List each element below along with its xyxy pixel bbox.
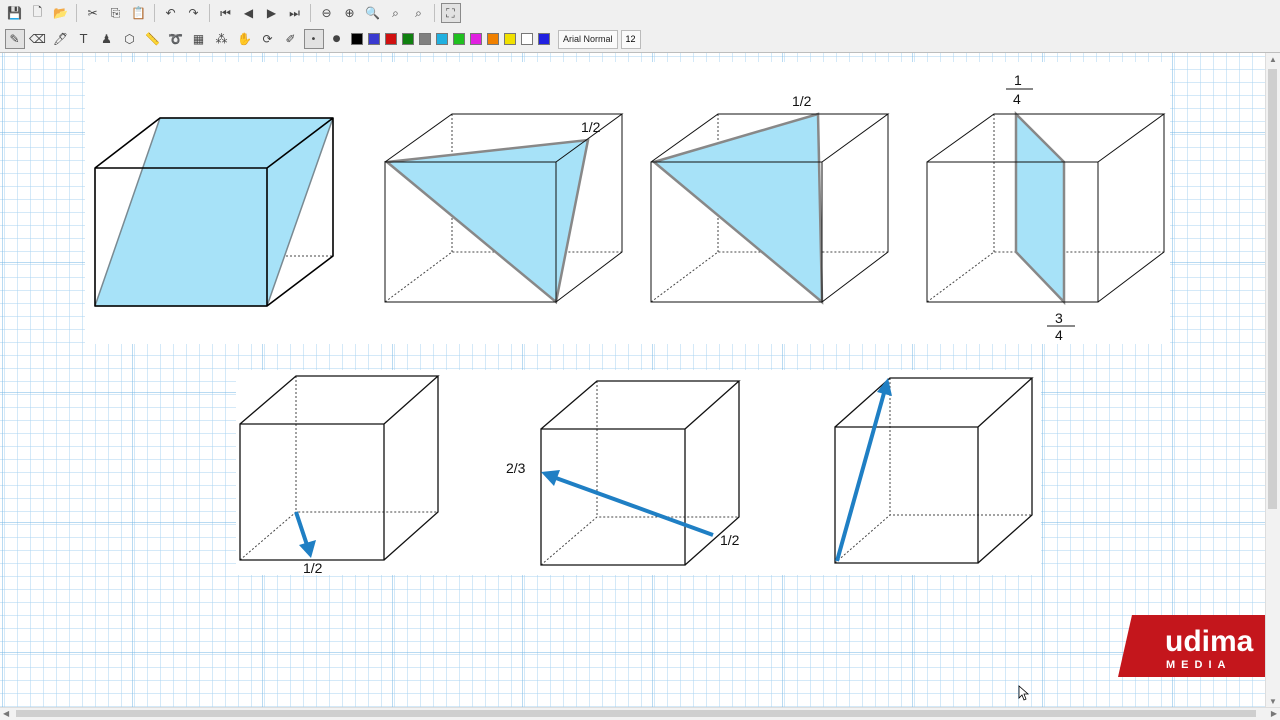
toolbar-separator <box>76 4 77 22</box>
toolbar-separator <box>310 4 311 22</box>
label-c4-num: 1 <box>1014 72 1022 88</box>
scroll-up-icon[interactable]: ▲ <box>1269 55 1277 64</box>
font-name-select[interactable]: Arial Normal <box>558 29 618 49</box>
first-page-icon[interactable]: ⏮ <box>216 3 236 23</box>
label-v2-half: 1/2 <box>720 532 740 548</box>
redo-icon[interactable]: ↷ <box>184 3 204 23</box>
color-swatch-11[interactable] <box>520 33 533 45</box>
vertical-scroll-thumb[interactable] <box>1268 69 1277 509</box>
cut-icon[interactable]: ✂ <box>83 3 103 23</box>
highlighter-icon[interactable]: 🖊 <box>51 29 71 49</box>
label-c4-den: 4 <box>1013 91 1021 107</box>
color-swatch-9[interactable] <box>486 33 499 45</box>
pen-size-medium-icon[interactable]: ● <box>327 29 347 49</box>
copy-icon[interactable]: ⎘ <box>106 3 126 23</box>
scroll-down-icon[interactable]: ▼ <box>1269 697 1277 706</box>
horizontal-scrollbar[interactable]: ◀ ▶ <box>0 707 1280 720</box>
toolbar-separator <box>209 4 210 22</box>
color-swatch-1[interactable] <box>350 33 363 45</box>
udima-media-logo: udima MEDIA <box>1118 615 1280 677</box>
color-swatch-5[interactable] <box>418 33 431 45</box>
next-page-icon[interactable]: ▶ <box>262 3 282 23</box>
shape-icon[interactable]: ⬡ <box>120 29 140 49</box>
zoom-out-icon[interactable]: ⊖ <box>317 3 337 23</box>
spray-icon[interactable]: ⁂ <box>212 29 232 49</box>
prev-page-icon[interactable]: ◀ <box>239 3 259 23</box>
ruler-icon[interactable]: 📏 <box>143 29 163 49</box>
open-icon[interactable]: 📂 <box>51 3 71 23</box>
label-c4-num2: 3 <box>1055 310 1063 326</box>
horizontal-scroll-thumb[interactable] <box>16 710 1256 717</box>
pen-icon[interactable]: ✎ <box>4 29 25 49</box>
main-toolbar: 💾 🗋 📂 ✂ ⎘ 📋 ↶ ↷ ⏮ ◀ ▶ ⏭ ⊖ ⊕ 🔍 ⌕ ⌕ ⛶ <box>0 0 1280 27</box>
new-icon[interactable]: 🗋 <box>28 3 48 23</box>
undo-icon[interactable]: ↶ <box>161 3 181 23</box>
zoom-reset-icon[interactable]: ⌕ <box>409 3 429 23</box>
refresh-icon[interactable]: ⟳ <box>258 29 278 49</box>
color-swatch-8[interactable] <box>469 33 482 45</box>
scroll-left-icon[interactable]: ◀ <box>3 709 9 718</box>
toolbar-separator <box>154 4 155 22</box>
eraser-icon[interactable]: ⌫ <box>28 29 48 49</box>
logo-sub: MEDIA <box>1166 659 1231 671</box>
pen-size-small-icon[interactable]: • <box>303 29 324 49</box>
lasso-icon[interactable]: ➰ <box>166 29 186 49</box>
logo-graphic: udima MEDIA <box>1118 615 1280 677</box>
color-swatch-10[interactable] <box>503 33 516 45</box>
stamp-icon[interactable]: ♟ <box>97 29 117 49</box>
label-c4-den2: 4 <box>1055 327 1063 343</box>
paste-icon[interactable]: 📋 <box>129 3 149 23</box>
color-swatch-12[interactable] <box>537 33 550 45</box>
drawing-toolbar: ✎ ⌫ 🖊 T ♟ ⬡ 📏 ➰ ▦ ⁂ ✋ ⟳ ✐ • ● Arial Normal 12 <box>0 26 1280 53</box>
logo-brand: udima <box>1165 625 1254 658</box>
color-swatch-2[interactable] <box>367 33 380 45</box>
fill-icon[interactable]: ▦ <box>189 29 209 49</box>
label-c3-half: 1/2 <box>792 93 812 109</box>
vertical-scrollbar[interactable]: ▲ ▼ <box>1265 53 1280 708</box>
color-swatch-7[interactable] <box>452 33 465 45</box>
text-icon[interactable]: T <box>74 29 94 49</box>
save-icon[interactable]: 💾 <box>5 3 25 23</box>
zoom-in-icon[interactable]: ⊕ <box>340 3 360 23</box>
label-v1-half: 1/2 <box>303 560 323 576</box>
color-swatch-3[interactable] <box>384 33 397 45</box>
color-swatch-6[interactable] <box>435 33 448 45</box>
canvas-drawing: 1/2 1/2 1 4 3 4 1/2 2/3 1/2 <box>0 53 1266 708</box>
color-picker-icon[interactable]: ✐ <box>281 29 301 49</box>
hand-icon[interactable]: ✋ <box>235 29 255 49</box>
whiteboard-canvas[interactable]: 1/2 1/2 1 4 3 4 1/2 2/3 1/2 <box>0 53 1266 708</box>
font-size-select[interactable]: 12 <box>620 29 641 49</box>
zoom-icon[interactable]: 🔍 <box>363 3 383 23</box>
scroll-right-icon[interactable]: ▶ <box>1271 709 1277 718</box>
toolbar-separator <box>434 4 435 22</box>
label-c2-half: 1/2 <box>581 119 601 135</box>
last-page-icon[interactable]: ⏭ <box>285 3 305 23</box>
image-panel-bottom <box>236 370 1041 575</box>
zoom-fit-icon[interactable]: ⌕ <box>386 3 406 23</box>
fullscreen-icon[interactable]: ⛶ <box>440 3 461 23</box>
label-v2-twothirds: 2/3 <box>506 460 526 476</box>
color-swatch-4[interactable] <box>401 33 414 45</box>
